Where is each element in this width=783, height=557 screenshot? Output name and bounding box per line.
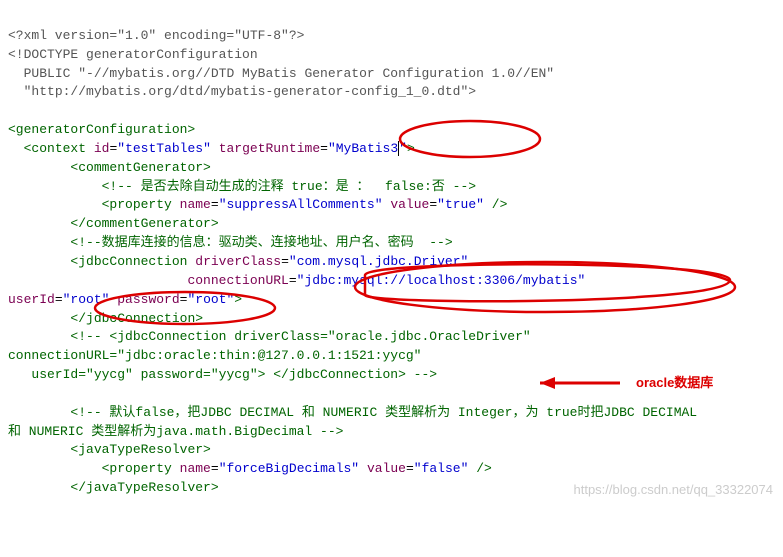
connurl-attr: connectionURL	[187, 273, 288, 288]
oracle-comment1: <!-- <jdbcConnection driverClass="oracle…	[70, 329, 530, 344]
context-id-attr: id	[94, 141, 110, 156]
bigdecimal-comment1: <!-- 默认false，把JDBC DECIMAL 和 NUMERIC 类型解…	[70, 405, 697, 420]
prop-name-attr2: name	[180, 461, 211, 476]
doctype-line3: "http://mybatis.org/dtd/mybatis-generato…	[8, 84, 476, 99]
prop2-close: />	[476, 461, 492, 476]
doctype-line2: PUBLIC "-//mybatis.org//DTD MyBatis Gene…	[8, 66, 554, 81]
connurl-val: "jdbc:mysql://localhost:3306/mybatis"	[297, 273, 586, 288]
prop-name-attr1: name	[180, 197, 211, 212]
context-runtime-val-q1: "	[328, 141, 336, 156]
bigdecimal-comment2: 和 NUMERIC 类型解析为java.math.BigDecimal -->	[8, 424, 343, 439]
password-attr: password	[117, 292, 179, 307]
watermark: https://blog.csdn.net/qq_33322074	[574, 481, 774, 500]
comment-suppress: <!-- 是否去除自动生成的注释 true：是 ： false:否 -->	[102, 179, 476, 194]
context-close-bracket: >	[407, 141, 415, 156]
jdbc-open: <jdbcConnection	[70, 254, 187, 269]
jdbc-close: </jdbcConnection>	[70, 311, 203, 326]
property-tag2: <property	[102, 461, 172, 476]
generator-config-open: <generatorConfiguration>	[8, 122, 195, 137]
context-runtime-attr: targetRuntime	[219, 141, 320, 156]
property-tag1: <property	[102, 197, 172, 212]
resolver-close: </javaTypeResolver>	[70, 480, 218, 495]
driver-attr: driverClass	[195, 254, 281, 269]
xml-decl: <?xml version="1.0" encoding="UTF-8"?>	[8, 28, 304, 43]
oracle-comment2: connectionURL="jdbc:oracle:thin:@127.0.0…	[8, 348, 421, 363]
jdbc-close-bracket: >	[234, 292, 242, 307]
context-tag: <context	[24, 141, 86, 156]
userid-attr: userId	[8, 292, 55, 307]
code-block: <?xml version="1.0" encoding="UTF-8"?> <…	[8, 8, 775, 498]
resolver-open: <javaTypeResolver>	[70, 442, 210, 457]
prop-name-val1: "suppressAllComments"	[219, 197, 383, 212]
context-runtime-val-q2: "	[399, 141, 407, 156]
comment-gen-close: </commentGenerator>	[70, 216, 218, 231]
prop-value-val1: "true"	[437, 197, 484, 212]
comment-db: <!--数据库连接的信息：驱动类、连接地址、用户名、密码 -->	[70, 235, 452, 250]
prop-name-val2: "forceBigDecimals"	[219, 461, 359, 476]
comment-gen-open: <commentGenerator>	[70, 160, 210, 175]
oracle-comment3: userId="yycg" password="yycg"> </jdbcCon…	[8, 367, 437, 382]
driver-val: "com.mysql.jdbc.Driver"	[289, 254, 468, 269]
password-val: "root"	[187, 292, 234, 307]
context-runtime-val: MyBatis3	[336, 141, 398, 156]
userid-val: "root"	[63, 292, 110, 307]
prop-value-attr2: value	[367, 461, 406, 476]
doctype-line1: <!DOCTYPE generatorConfiguration	[8, 47, 258, 62]
oracle-annotation-label: oracle数据库	[636, 374, 713, 393]
context-id-val: "testTables"	[117, 141, 211, 156]
prop-value-attr1: value	[390, 197, 429, 212]
prop1-close: />	[492, 197, 508, 212]
prop-value-val2: "false"	[414, 461, 469, 476]
